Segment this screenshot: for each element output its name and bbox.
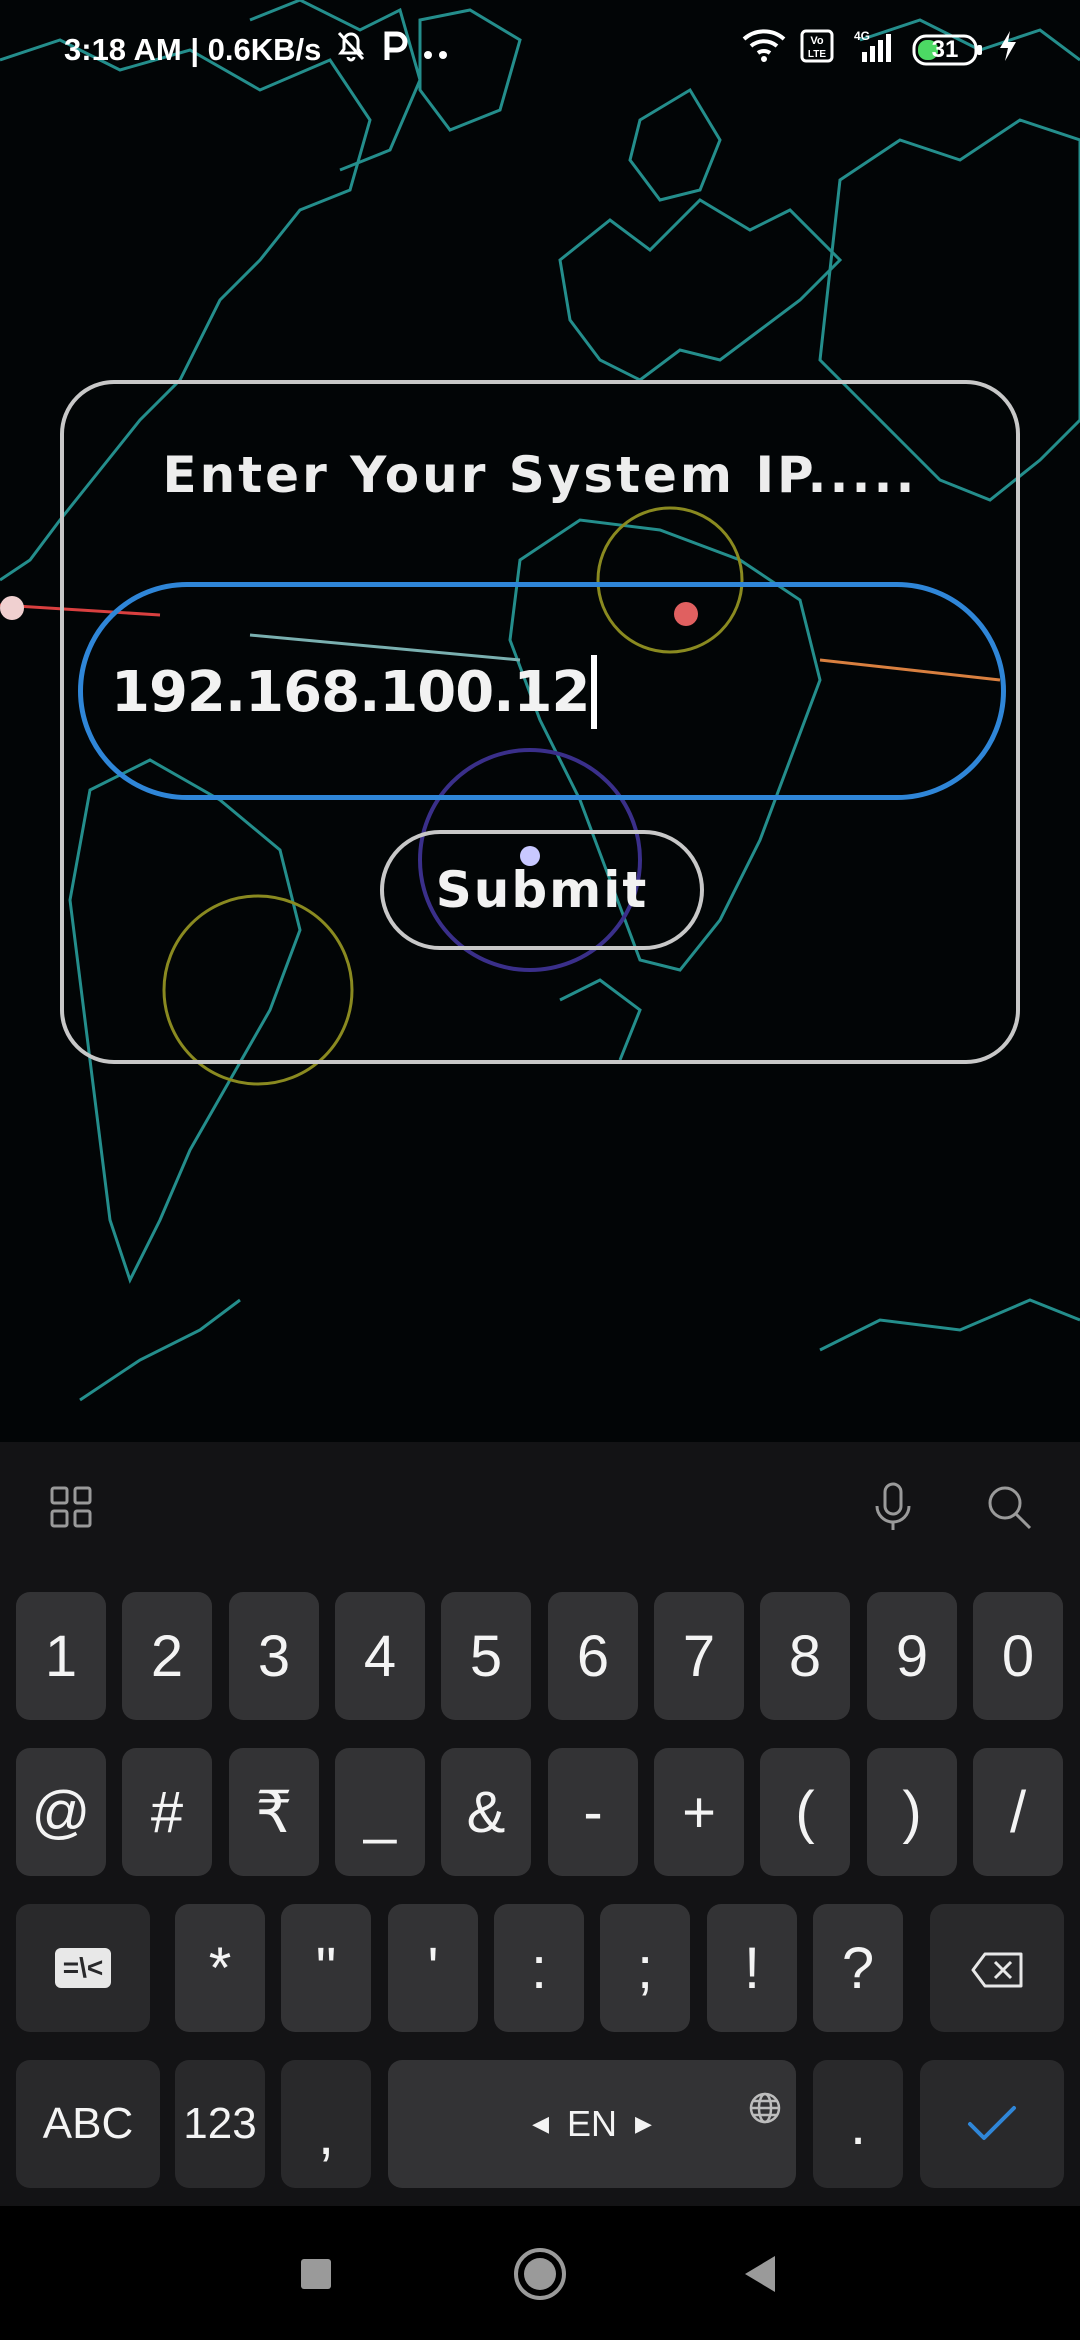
key-single-quote[interactable]: ' [388, 1904, 478, 2032]
ip-input-value: 192.168.100.12 [111, 659, 590, 725]
home-circle-icon[interactable] [502, 2236, 578, 2312]
key-double-quote[interactable]: " [281, 1904, 371, 2032]
key-1[interactable]: 1 [16, 1592, 106, 1720]
space-language-label: EN [566, 2103, 617, 2144]
key-exclamation[interactable]: ! [707, 1904, 797, 2032]
ip-prompt-title: Enter Your System IP..... [162, 446, 918, 504]
key-6[interactable]: 6 [548, 1592, 638, 1720]
key-question[interactable]: ? [813, 1904, 903, 2032]
key-7[interactable]: 7 [654, 1592, 744, 1720]
key-0[interactable]: 0 [973, 1592, 1063, 1720]
key-5[interactable]: 5 [441, 1592, 531, 1720]
chevron-right-icon: ▶ [635, 2111, 652, 2136]
charging-icon [998, 30, 1018, 70]
status-right: Vo LTE 4G 31 [742, 28, 1018, 72]
volte-icon: Vo LTE [800, 29, 834, 71]
key-rupee[interactable]: ₹ [229, 1748, 319, 1876]
key-2[interactable]: 2 [122, 1592, 212, 1720]
parking-app-icon [381, 30, 409, 70]
recents-square-icon[interactable] [278, 2236, 354, 2312]
key-close-paren[interactable]: ) [867, 1748, 957, 1876]
key-minus[interactable]: - [548, 1748, 638, 1876]
space-key[interactable]: ◀ EN ▶ [388, 2060, 796, 2188]
bell-off-icon [335, 29, 367, 71]
checkmark-icon [966, 2091, 1018, 2158]
navigation-bar [0, 2206, 1080, 2340]
grid-menu-icon[interactable] [34, 1470, 108, 1544]
done-key[interactable] [920, 2060, 1064, 2188]
ip-entry-card: Enter Your System IP..... 192.168.100.12… [60, 380, 1020, 1064]
wifi-icon [742, 29, 786, 71]
key-3[interactable]: 3 [229, 1592, 319, 1720]
svg-text:4G: 4G [854, 29, 870, 43]
backspace-key[interactable] [930, 1904, 1064, 2032]
chevron-left-icon: ◀ [532, 2111, 549, 2136]
period-key[interactable]: . [813, 2060, 903, 2188]
back-triangle-icon[interactable] [722, 2236, 798, 2312]
ip-input-field[interactable]: 192.168.100.12 [78, 582, 1006, 800]
key-semicolon[interactable]: ; [600, 1904, 690, 2032]
key-plus[interactable]: + [654, 1748, 744, 1876]
submit-button[interactable]: Submit [380, 830, 704, 950]
signal-4g-icon: 4G [848, 28, 898, 72]
key-colon[interactable]: : [494, 1904, 584, 2032]
search-icon[interactable] [972, 1470, 1046, 1544]
more-dots-icon [423, 32, 449, 68]
key-underscore[interactable]: _ [335, 1748, 425, 1876]
key-at[interactable]: @ [16, 1748, 106, 1876]
key-8[interactable]: 8 [760, 1592, 850, 1720]
globe-icon [748, 2072, 782, 2139]
battery-icon: 31 [912, 33, 984, 67]
key-ampersand[interactable]: & [441, 1748, 531, 1876]
key-slash[interactable]: / [973, 1748, 1063, 1876]
key-hash[interactable]: # [122, 1748, 212, 1876]
backspace-icon [971, 1935, 1023, 2002]
battery-level: 31 [931, 36, 959, 63]
status-bar: 3:18 AM | 0.6KB/s Vo LTE 4G 31 [0, 0, 1080, 100]
symbols-shift-key[interactable]: =\< [16, 1904, 150, 2032]
microphone-icon[interactable] [856, 1470, 930, 1544]
ip-input[interactable]: 192.168.100.12 [111, 637, 971, 747]
symbols-shift-label: =\< [54, 1948, 112, 1988]
text-caret [591, 655, 598, 729]
key-asterisk[interactable]: * [175, 1904, 265, 2032]
keyboard-toolbar [0, 1442, 1080, 1572]
key-open-paren[interactable]: ( [760, 1748, 850, 1876]
key-9[interactable]: 9 [867, 1592, 957, 1720]
svg-text:Vo: Vo [810, 35, 824, 47]
numbers-key[interactable]: 123 [175, 2060, 265, 2188]
comma-key[interactable]: , [281, 2060, 371, 2188]
time-and-speed: 3:18 AM | 0.6KB/s [64, 32, 322, 67]
key-4[interactable]: 4 [335, 1592, 425, 1720]
abc-key[interactable]: ABC [16, 2060, 160, 2188]
status-left: 3:18 AM | 0.6KB/s [64, 29, 449, 71]
svg-text:LTE: LTE [808, 49, 826, 60]
soft-keyboard: 1 2 3 4 5 6 7 8 9 0 @ # ₹ _ & - + ( ) / … [0, 1442, 1080, 2206]
